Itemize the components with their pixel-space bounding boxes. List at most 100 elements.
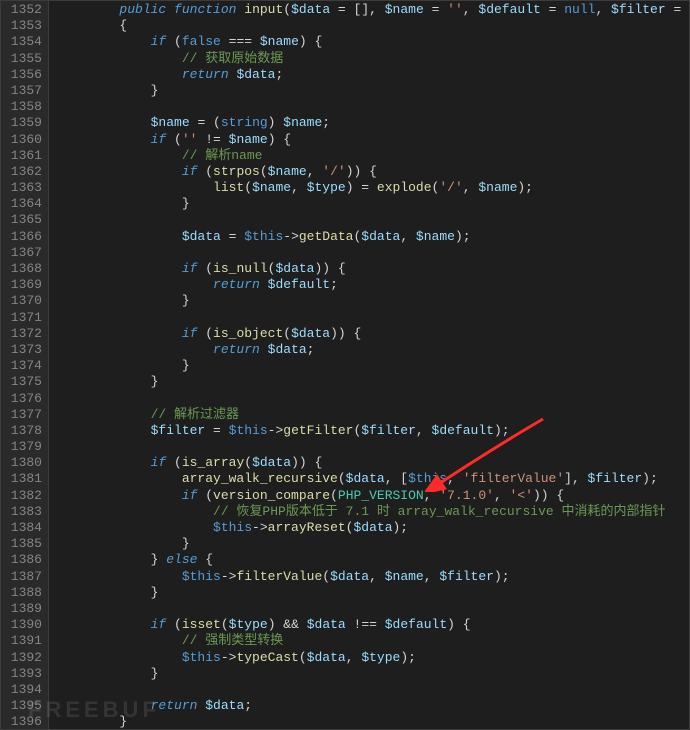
code-line[interactable]: } (57, 358, 690, 374)
code-line[interactable]: } (57, 83, 690, 99)
code-line[interactable]: } (57, 293, 690, 309)
line-number: 1365 (4, 212, 42, 228)
code-line[interactable] (57, 310, 690, 326)
line-number: 1385 (4, 536, 42, 552)
code-area[interactable]: public function input($data = [], $name … (49, 0, 690, 730)
code-token: } (182, 358, 190, 373)
code-token: if (151, 617, 167, 632)
code-token: strpos (213, 164, 260, 179)
code-line[interactable]: $this->filterValue($data, $name, $filter… (57, 569, 690, 585)
code-token: $name (416, 229, 455, 244)
line-number: 1362 (4, 164, 42, 180)
line-number: 1388 (4, 585, 42, 601)
code-editor[interactable]: 1352135313541355135613571358135913601361… (0, 0, 690, 730)
code-line[interactable]: if (is_array($data)) { (57, 455, 690, 471)
code-token: $data (346, 471, 385, 486)
code-token: $data (307, 617, 346, 632)
code-token: )) { (533, 488, 564, 503)
code-line[interactable]: if (isset($type) && $data !== $default) … (57, 617, 690, 633)
code-line[interactable] (57, 391, 690, 407)
line-number: 1381 (4, 471, 42, 487)
code-line[interactable]: // 解析name (57, 148, 690, 164)
code-token: ( (221, 617, 229, 632)
code-token: = (666, 2, 689, 17)
code-token: , (346, 650, 362, 665)
code-line[interactable]: return $default; (57, 277, 690, 293)
code-line[interactable]: if (false === $name) { (57, 34, 690, 50)
code-line[interactable] (57, 439, 690, 455)
code-token: $data (353, 520, 392, 535)
code-line[interactable]: if (is_object($data)) { (57, 326, 690, 342)
code-line[interactable]: } else { (57, 552, 690, 568)
code-token: } (182, 293, 190, 308)
code-token: return (151, 698, 198, 713)
code-token: $data (361, 229, 400, 244)
code-token: '' (447, 2, 463, 17)
code-line[interactable]: $this->arrayReset($data); (57, 520, 690, 536)
code-token: -> (221, 569, 237, 584)
code-line[interactable]: } (57, 374, 690, 390)
code-token: false (182, 34, 221, 49)
code-token: ( (244, 455, 252, 470)
line-number: 1359 (4, 115, 42, 131)
code-line[interactable]: } (57, 714, 690, 730)
code-line[interactable]: return $data; (57, 698, 690, 714)
code-line[interactable]: } (57, 536, 690, 552)
code-line[interactable]: array_walk_recursive($data, [$this, 'fil… (57, 471, 690, 487)
line-number: 1373 (4, 342, 42, 358)
code-token: ); (400, 650, 416, 665)
code-token: '/' (322, 164, 345, 179)
code-line[interactable] (57, 99, 690, 115)
line-number: 1392 (4, 650, 42, 666)
code-token: = [] (330, 2, 369, 17)
code-line[interactable]: // 获取原始数据 (57, 51, 690, 67)
code-token: $this (213, 520, 252, 535)
code-line[interactable]: } (57, 585, 690, 601)
code-line[interactable]: $name = (string) $name; (57, 115, 690, 131)
code-token: // 恢复PHP版本低于 7.1 时 array_walk_recursive … (213, 504, 665, 519)
line-number: 1394 (4, 682, 42, 698)
code-line[interactable] (57, 682, 690, 698)
line-number: 1367 (4, 245, 42, 261)
code-line[interactable]: // 强制类型转换 (57, 633, 690, 649)
code-token: ( (322, 569, 330, 584)
code-line[interactable]: $data = $this->getData($data, $name); (57, 229, 690, 245)
code-line[interactable]: } (57, 196, 690, 212)
code-token: getData (299, 229, 354, 244)
code-token: = (424, 2, 447, 17)
code-line[interactable]: $filter = $this->getFilter($filter, $def… (57, 423, 690, 439)
code-line[interactable]: // 恢复PHP版本低于 7.1 时 array_walk_recursive … (57, 504, 690, 520)
code-token: version_compare (213, 488, 330, 503)
code-line[interactable] (57, 601, 690, 617)
code-line[interactable]: if (is_null($data)) { (57, 261, 690, 277)
code-token: -> (221, 650, 237, 665)
line-number: 1380 (4, 455, 42, 471)
code-token: $data (307, 650, 346, 665)
code-token: // 获取原始数据 (182, 51, 283, 66)
line-number: 1393 (4, 666, 42, 682)
code-line[interactable]: // 解析过滤器 (57, 407, 690, 423)
line-number: 1390 (4, 617, 42, 633)
code-token: } (182, 196, 190, 211)
code-line[interactable]: if (strpos($name, '/')) { (57, 164, 690, 180)
code-line[interactable]: { (57, 18, 690, 34)
code-token: )) { (330, 326, 361, 341)
line-number: 1364 (4, 196, 42, 212)
code-line[interactable]: if ('' != $name) { (57, 132, 690, 148)
code-token: ( (330, 488, 338, 503)
code-line[interactable]: return $data; (57, 67, 690, 83)
code-line[interactable]: list($name, $type) = explode('/', $name)… (57, 180, 690, 196)
code-line[interactable]: } (57, 666, 690, 682)
code-line[interactable]: public function input($data = [], $name … (57, 2, 690, 18)
code-line[interactable]: $this->typeCast($data, $type); (57, 650, 690, 666)
code-token: ( (197, 488, 213, 503)
code-line[interactable]: if (version_compare(PHP_VERSION, '7.1.0'… (57, 488, 690, 504)
code-line[interactable]: return $data; (57, 342, 690, 358)
code-token: ( (197, 164, 213, 179)
code-token: } (182, 536, 190, 551)
code-token: is_null (213, 261, 268, 276)
code-token: != (197, 132, 228, 147)
code-line[interactable] (57, 212, 690, 228)
code-line[interactable] (57, 245, 690, 261)
code-token: , (369, 569, 385, 584)
